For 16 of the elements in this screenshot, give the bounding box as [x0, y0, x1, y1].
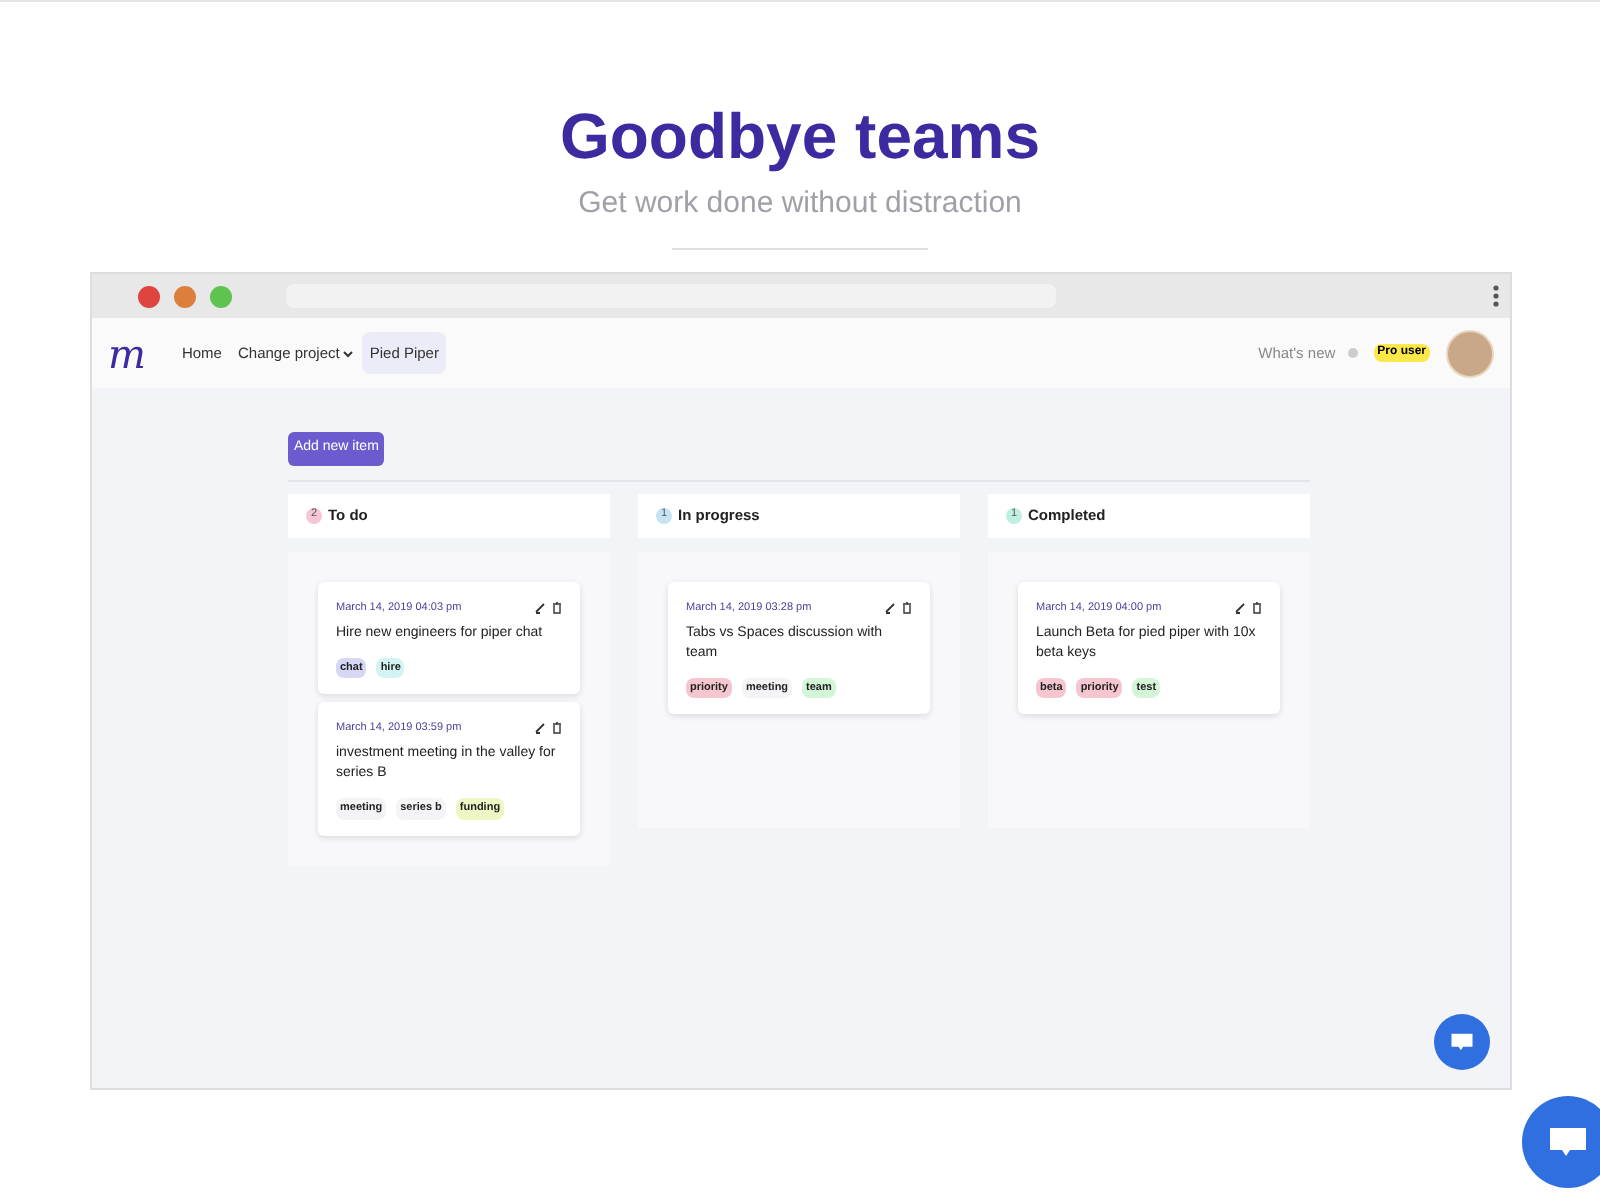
chevron-down-icon	[341, 349, 354, 357]
logo[interactable]: m	[108, 333, 146, 373]
trash-icon[interactable]	[552, 722, 562, 735]
pencil-icon[interactable]	[534, 722, 546, 735]
pencil-icon[interactable]	[884, 601, 896, 614]
hero-subtitle: Get work done without distraction	[578, 184, 1022, 224]
hero-title: Goodbye teams	[559, 98, 1041, 176]
pencil-icon[interactable]	[1234, 601, 1246, 614]
chat-icon	[1448, 1028, 1476, 1056]
pencil-icon[interactable]	[534, 601, 546, 614]
more-icon[interactable]	[1492, 284, 1500, 308]
trash-icon[interactable]	[902, 601, 912, 614]
trash-icon[interactable]	[552, 601, 562, 614]
chat-button[interactable]	[1434, 1014, 1490, 1070]
chat-button[interactable]	[1522, 1096, 1600, 1188]
trash-icon[interactable]	[1252, 601, 1262, 614]
